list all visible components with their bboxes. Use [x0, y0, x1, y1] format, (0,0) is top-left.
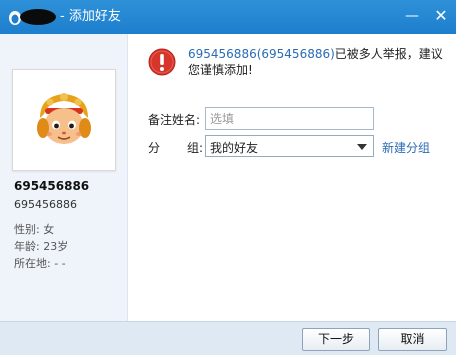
profile-age: 年龄: 23岁 — [14, 240, 69, 253]
group-dropdown[interactable]: 我的好友 — [205, 135, 374, 157]
group-label-right: 组: — [187, 141, 204, 155]
warning-message: 695456886(695456886)已被多人举报，建议您谨慎添加! — [188, 46, 446, 78]
minimize-button[interactable]: — — [401, 6, 423, 28]
profile-nickname: 695456886 — [14, 179, 90, 193]
warning-number: 695456886(695456886) — [188, 47, 335, 61]
close-button[interactable]: ✕ — [430, 6, 452, 28]
bottom-bar: 下一步 取消 — [0, 321, 456, 355]
title-bar: - 添加好友 — ✕ — [0, 0, 456, 34]
profile-location: 所在地: - - — [14, 257, 66, 270]
next-button[interactable]: 下一步 — [302, 328, 370, 351]
exclamation-circle-icon — [148, 48, 176, 79]
dropdown-arrow-icon — [357, 144, 367, 150]
group-selected-value: 我的好友 — [210, 141, 259, 155]
remark-label: 备注姓名: — [148, 113, 201, 127]
group-label-left: 分 — [148, 141, 161, 155]
remark-input[interactable] — [205, 107, 374, 130]
profile-qq-number: 695456886 — [14, 198, 77, 211]
cancel-button[interactable]: 取消 — [378, 328, 447, 351]
avatar — [12, 69, 116, 171]
window-title: - 添加好友 — [60, 9, 121, 24]
profile-sidebar: 695456886 695456886 性别: 女 年龄: 23岁 所在地: -… — [0, 34, 128, 321]
redacted-nickname — [20, 9, 56, 25]
monkey-king-avatar-icon — [37, 93, 91, 144]
profile-gender: 性别: 女 — [14, 223, 55, 236]
group-label: 分 组: — [148, 139, 203, 156]
new-group-link[interactable]: 新建分组 — [382, 139, 430, 156]
